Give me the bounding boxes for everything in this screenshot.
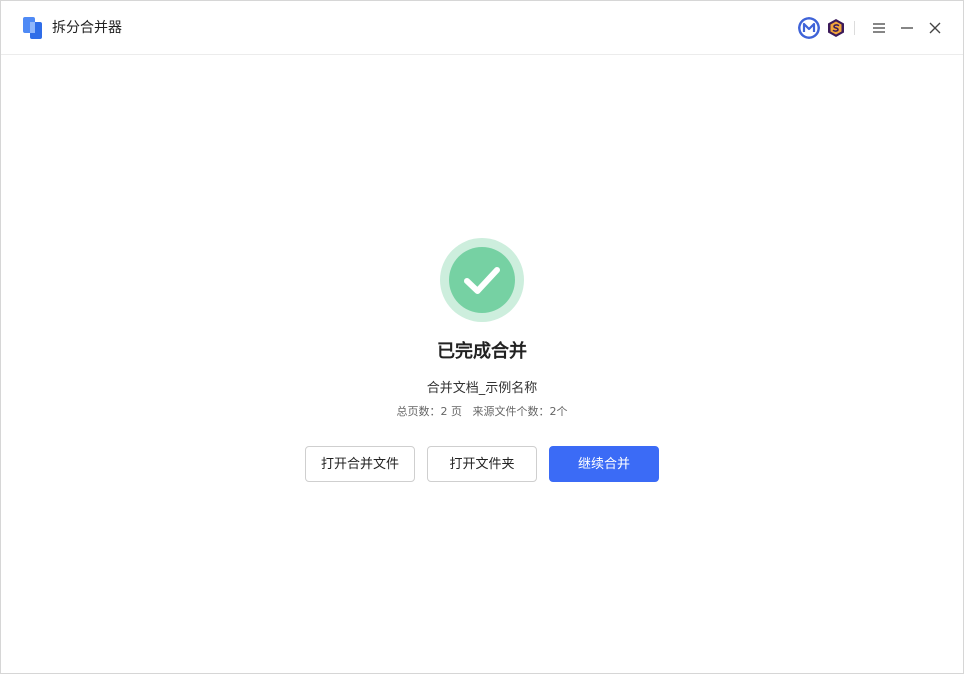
open-merged-file-button[interactable]: 打开合并文件 bbox=[305, 446, 415, 482]
app-logo-icon bbox=[23, 17, 42, 39]
close-icon[interactable] bbox=[925, 18, 945, 38]
stats-spacer bbox=[462, 405, 473, 418]
continue-merge-button[interactable]: 继续合并 bbox=[549, 446, 659, 482]
source-count-label: 来源文件个数： bbox=[472, 405, 550, 418]
result-title: 已完成合并 bbox=[437, 341, 527, 362]
total-pages-label: 总页数： bbox=[396, 405, 441, 418]
source-count-value: 2个 bbox=[549, 405, 568, 418]
minimize-icon[interactable] bbox=[897, 18, 917, 38]
merged-file-name: 合并文档_示例名称 bbox=[426, 381, 538, 396]
vip-badge-icon[interactable] bbox=[826, 18, 846, 38]
merge-result-panel: 已完成合并 合并文档_示例名称 总页数：2 页 来源文件个数：2个 打开合并文件… bbox=[1, 55, 963, 673]
merge-stats: 总页数：2 页 来源文件个数：2个 bbox=[1, 404, 963, 420]
open-folder-button[interactable]: 打开文件夹 bbox=[427, 446, 537, 482]
menu-icon[interactable] bbox=[869, 18, 889, 38]
title-bar[interactable]: 拆分合并器 bbox=[1, 1, 963, 55]
success-check-icon bbox=[440, 238, 524, 322]
app-window: 拆分合并器 已完成合并 合并文档_示例名称 总页数：2 页 来源文件个数：2个 … bbox=[0, 0, 964, 674]
title-bar-divider bbox=[854, 21, 855, 35]
user-avatar-icon[interactable] bbox=[798, 17, 820, 39]
total-pages-value: 2 页 bbox=[440, 405, 463, 418]
app-title: 拆分合并器 bbox=[52, 20, 122, 36]
